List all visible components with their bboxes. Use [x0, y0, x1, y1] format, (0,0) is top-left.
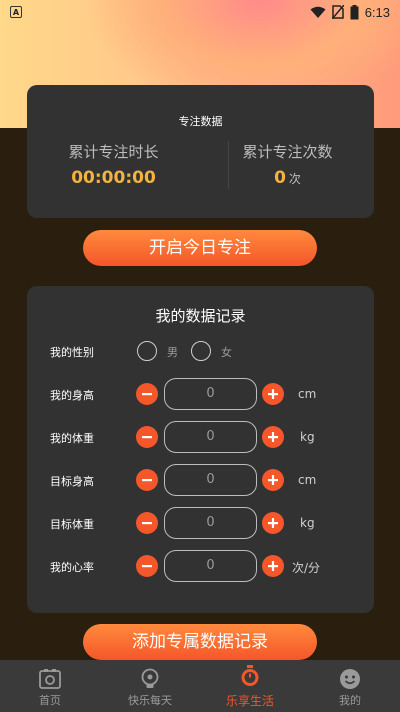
- height-plus-button[interactable]: [262, 383, 284, 405]
- photo-icon: [39, 669, 61, 689]
- smiley-icon: [340, 669, 360, 689]
- heart-rate-unit: 次/分: [292, 561, 321, 575]
- gender-male-radio[interactable]: [137, 341, 157, 361]
- weight-plus-button[interactable]: [262, 426, 284, 448]
- target-height-label: 目标身高: [50, 475, 94, 488]
- total-count-column: 累计专注次数 0次: [201, 141, 374, 188]
- plus-icon: [268, 518, 278, 528]
- weight-label: 我的体重: [50, 432, 94, 445]
- height-input[interactable]: 0: [164, 378, 257, 410]
- total-time-value: 00:00:00: [71, 168, 156, 188]
- focus-card-title: 专注数据: [178, 115, 223, 128]
- minus-icon: [142, 479, 152, 482]
- target-weight-plus-button[interactable]: [262, 512, 284, 534]
- minus-icon: [142, 393, 152, 396]
- heart-rate-input[interactable]: 0: [164, 550, 257, 582]
- records-title: 我的数据记录: [155, 307, 246, 325]
- start-focus-button[interactable]: 开启今日专注: [83, 230, 317, 266]
- height-label: 我的身高: [50, 389, 94, 402]
- nav-label-me: 我的: [339, 694, 361, 707]
- target-weight-minus-button[interactable]: [136, 512, 158, 534]
- bottom-nav: 首页 快乐每天 乐享生活 我的: [0, 660, 400, 712]
- minus-icon: [142, 436, 152, 439]
- plus-icon: [268, 561, 278, 571]
- focus-stats-card: 专注数据 累计专注时长 00:00:00 累计专注次数 0次: [27, 85, 374, 218]
- status-bar: A 6:13: [0, 0, 400, 24]
- target-weight-input[interactable]: 0: [164, 507, 257, 539]
- total-count-value-wrap: 0次: [201, 168, 374, 188]
- gender-female-label: 女: [221, 346, 232, 359]
- nav-label-life: 乐享生活: [225, 694, 274, 708]
- target-height-unit: cm: [298, 473, 317, 487]
- weight-minus-button[interactable]: [136, 426, 158, 448]
- nav-label-home: 首页: [39, 694, 61, 707]
- heart-rate-minus-button[interactable]: [136, 555, 158, 577]
- weight-unit: kg: [300, 430, 315, 444]
- target-weight-unit: kg: [300, 516, 315, 530]
- target-height-input[interactable]: 0: [164, 464, 257, 496]
- nav-item-me[interactable]: 我的: [300, 660, 400, 712]
- no-sim-icon: [331, 5, 344, 19]
- add-record-button[interactable]: 添加专属数据记录: [83, 624, 317, 660]
- minus-icon: [142, 565, 152, 568]
- plus-icon: [268, 432, 278, 442]
- plus-icon: [268, 475, 278, 485]
- height-unit: cm: [298, 387, 317, 401]
- nav-item-happy[interactable]: 快乐每天: [100, 660, 200, 712]
- weight-input[interactable]: 0: [164, 421, 257, 453]
- wifi-icon: [310, 6, 326, 18]
- minus-icon: [142, 522, 152, 525]
- total-time-column: 累计专注时长 00:00:00: [27, 141, 200, 188]
- timer-icon: [241, 665, 259, 686]
- heart-rate-label: 我的心率: [50, 561, 94, 574]
- nav-item-life[interactable]: 乐享生活: [200, 660, 300, 712]
- target-weight-label: 目标体重: [50, 518, 94, 531]
- notification-icon: A: [10, 6, 22, 18]
- gender-male-label: 男: [167, 346, 178, 359]
- total-count-unit: 次: [288, 172, 301, 186]
- target-height-minus-button[interactable]: [136, 469, 158, 491]
- gender-label: 我的性别: [50, 346, 94, 359]
- data-records-card: 我的数据记录 我的性别 男 女 我的身高 0 cm 我的体重 0 kg 目标身高…: [27, 286, 374, 613]
- total-count-label: 累计专注次数: [242, 143, 333, 161]
- target-height-plus-button[interactable]: [262, 469, 284, 491]
- plus-icon: [268, 389, 278, 399]
- heart-rate-plus-button[interactable]: [262, 555, 284, 577]
- total-count-value: 0: [274, 168, 286, 188]
- clock: 6:13: [364, 4, 390, 20]
- nav-item-home[interactable]: 首页: [0, 660, 100, 712]
- gender-female-radio[interactable]: [191, 341, 211, 361]
- bulb-icon: [141, 668, 159, 688]
- height-minus-button[interactable]: [136, 383, 158, 405]
- battery-icon: [350, 4, 359, 19]
- total-time-label: 累计专注时长: [68, 143, 159, 161]
- nav-label-happy: 快乐每天: [128, 694, 172, 707]
